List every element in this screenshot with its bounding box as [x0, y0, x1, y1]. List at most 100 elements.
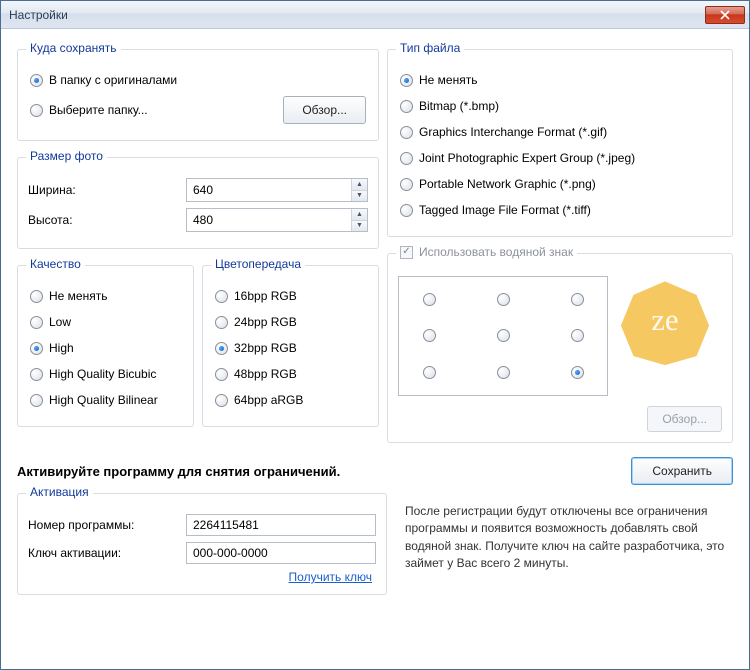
radio-label: Portable Network Graphic (*.png) — [419, 177, 596, 191]
legend-quality: Качество — [26, 257, 85, 271]
radio-icon — [30, 316, 43, 329]
color-option[interactable]: 48bpp RGB — [215, 364, 366, 384]
radio-label: Low — [49, 315, 71, 329]
svg-text:ze: ze — [651, 303, 678, 337]
watermark-checkbox — [400, 246, 413, 259]
radio-label: 16bpp RGB — [234, 289, 297, 303]
radio-icon — [400, 152, 413, 165]
radio-label: Не менять — [419, 73, 477, 87]
group-filetype: Тип файла Не менятьBitmap (*.bmp)Graphic… — [387, 49, 733, 237]
quality-option[interactable]: High Quality Bilinear — [30, 390, 181, 410]
watermark-position-radio — [423, 329, 436, 342]
radio-icon — [30, 290, 43, 303]
radio-icon — [400, 100, 413, 113]
browse-folder-button[interactable]: Обзор... — [283, 96, 366, 124]
radio-label: 32bpp RGB — [234, 341, 297, 355]
width-spinner[interactable]: ▲ ▼ — [186, 178, 368, 202]
filetype-option[interactable]: Tagged Image File Format (*.tiff) — [400, 200, 720, 220]
radio-icon — [30, 342, 43, 355]
watermark-position-radio — [423, 366, 436, 379]
radio-label: High — [49, 341, 74, 355]
color-option[interactable]: 16bpp RGB — [215, 286, 366, 306]
watermark-browse-button: Обзор... — [647, 406, 722, 432]
group-quality: Качество Не менятьLowHighHigh Quality Bi… — [17, 265, 194, 427]
radio-icon — [400, 204, 413, 217]
color-option[interactable]: 64bpp aRGB — [215, 390, 366, 410]
radio-label: High Quality Bicubic — [49, 367, 156, 381]
spin-down-icon[interactable]: ▼ — [352, 191, 367, 202]
watermark-position-grid — [398, 276, 608, 396]
watermark-position-radio — [497, 366, 510, 379]
close-icon — [720, 10, 730, 20]
radio-label: 64bpp aRGB — [234, 393, 303, 407]
activate-title: Активируйте программу для снятия огранич… — [17, 464, 631, 479]
group-size: Размер фото Ширина: ▲ ▼ Высота: — [17, 157, 379, 249]
legend-size: Размер фото — [26, 149, 107, 163]
radio-icon — [30, 104, 43, 117]
radio-icon — [30, 74, 43, 87]
titlebar: Настройки — [1, 1, 749, 29]
watermark-position-radio — [497, 329, 510, 342]
radio-label: В папку с оригиналами — [49, 73, 177, 87]
radio-icon — [215, 394, 228, 407]
get-key-link[interactable]: Получить ключ — [289, 570, 372, 584]
quality-option[interactable]: High Quality Bicubic — [30, 364, 181, 384]
group-save-to: Куда сохранять В папку с оригиналами Выб… — [17, 49, 379, 141]
window-title: Настройки — [9, 8, 705, 22]
radio-label: 48bpp RGB — [234, 367, 297, 381]
radio-icon — [400, 178, 413, 191]
radio-save-choose[interactable]: Выберите папку... — [30, 103, 148, 117]
filetype-option[interactable]: Joint Photographic Expert Group (*.jpeg) — [400, 148, 720, 168]
height-spinner[interactable]: ▲ ▼ — [186, 208, 368, 232]
radio-label: Tagged Image File Format (*.tiff) — [419, 203, 591, 217]
radio-label: Bitmap (*.bmp) — [419, 99, 499, 113]
radio-label: High Quality Bilinear — [49, 393, 158, 407]
close-button[interactable] — [705, 6, 745, 24]
activation-key-label: Ключ активации: — [28, 546, 178, 560]
height-input[interactable] — [187, 209, 351, 231]
watermark-position-radio — [571, 329, 584, 342]
legend-save-to: Куда сохранять — [26, 41, 121, 55]
quality-option[interactable]: Low — [30, 312, 181, 332]
width-input[interactable] — [187, 179, 351, 201]
radio-icon — [215, 316, 228, 329]
radio-icon — [400, 126, 413, 139]
spin-down-icon[interactable]: ▼ — [352, 221, 367, 232]
activation-info-text: После регистрации будут отключены все ог… — [405, 503, 729, 573]
watermark-position-radio — [423, 293, 436, 306]
group-activation: Активация Номер программы: Ключ активаци… — [17, 493, 387, 595]
height-label: Высота: — [28, 213, 178, 227]
radio-icon — [30, 368, 43, 381]
spin-up-icon[interactable]: ▲ — [352, 209, 367, 221]
legend-color: Цветопередача — [211, 257, 305, 271]
radio-label: 24bpp RGB — [234, 315, 297, 329]
legend-activation: Активация — [26, 485, 93, 499]
radio-icon — [30, 394, 43, 407]
radio-icon — [400, 74, 413, 87]
radio-label: Выберите папку... — [49, 103, 148, 117]
activation-key-input[interactable] — [186, 542, 376, 564]
color-option[interactable]: 24bpp RGB — [215, 312, 366, 332]
group-color: Цветопередача 16bpp RGB24bpp RGB32bpp RG… — [202, 265, 379, 427]
app-logo: ze — [620, 276, 710, 366]
legend-filetype: Тип файла — [396, 41, 464, 55]
save-button[interactable]: Сохранить — [631, 457, 733, 485]
spin-up-icon[interactable]: ▲ — [352, 179, 367, 191]
watermark-position-radio — [497, 293, 510, 306]
filetype-option[interactable]: Portable Network Graphic (*.png) — [400, 174, 720, 194]
width-label: Ширина: — [28, 183, 178, 197]
group-watermark: Использовать водяной знак ze Обзор... — [387, 253, 733, 443]
radio-label: Не менять — [49, 289, 107, 303]
quality-option[interactable]: Не менять — [30, 286, 181, 306]
color-option[interactable]: 32bpp RGB — [215, 338, 366, 358]
program-number-label: Номер программы: — [28, 518, 178, 532]
filetype-option[interactable]: Bitmap (*.bmp) — [400, 96, 720, 116]
radio-icon — [215, 290, 228, 303]
radio-icon — [215, 342, 228, 355]
watermark-checkbox-label: Использовать водяной знак — [419, 245, 573, 259]
filetype-option[interactable]: Graphics Interchange Format (*.gif) — [400, 122, 720, 142]
quality-option[interactable]: High — [30, 338, 181, 358]
filetype-option[interactable]: Не менять — [400, 70, 720, 90]
program-number-input[interactable] — [186, 514, 376, 536]
radio-save-originals[interactable]: В папку с оригиналами — [30, 70, 366, 90]
